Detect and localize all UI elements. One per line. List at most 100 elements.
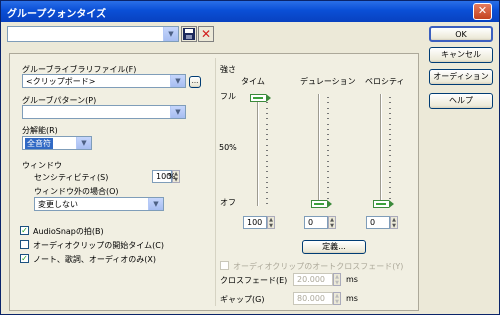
slider-tick (327, 160, 329, 162)
slider-tick (389, 176, 391, 178)
save-preset-button[interactable] (181, 26, 197, 42)
duration-column-label: デュレーション (300, 77, 356, 86)
preset-combo[interactable] (7, 26, 179, 42)
velocity-strength-value: 0 (370, 218, 376, 227)
close-button[interactable]: ✕ (473, 3, 492, 20)
time-strength-spinner[interactable]: 100 ▲ ▼ (243, 216, 275, 229)
slider-tick (389, 197, 391, 199)
define-button[interactable]: 定義... (302, 240, 366, 254)
slider-tick (327, 165, 329, 167)
slider-tick (327, 107, 329, 109)
slider-tick (327, 192, 329, 194)
slider-tick (266, 102, 268, 104)
slider-tick (266, 203, 268, 204)
audition-button[interactable]: オーディション (429, 69, 493, 85)
slider-tick (266, 107, 268, 109)
chevron-down-icon[interactable] (163, 27, 178, 41)
slider-tick (266, 192, 268, 194)
auto-crossfade-label: オーディオクリップのオートクロスフェード(Y) (233, 262, 404, 271)
slider-tick (389, 107, 391, 109)
velocity-strength-spinner[interactable]: 0 ▲ ▼ (366, 216, 398, 229)
ok-button[interactable]: OK (429, 26, 493, 42)
slider-tick (327, 97, 329, 98)
resolution-label: 分解能(R) (22, 126, 58, 135)
window-section-label: ウィンドウ (22, 161, 62, 170)
time-slider-track[interactable] (257, 94, 259, 206)
slider-tick (266, 187, 268, 189)
settings-panel: グルーブライブラリファイル(F) <クリップボード> ... グルーブパターン(… (9, 53, 419, 311)
slider-tick (327, 176, 329, 178)
clip-start-label: オーディオクリップの開始タイム(C) (33, 241, 164, 250)
resolution-combo[interactable]: 全音符 (22, 136, 92, 150)
resolution-value: 全音符 (25, 138, 53, 149)
velocity-column-label: ベロシティ (365, 77, 405, 86)
slider-tick (266, 171, 268, 173)
browse-button[interactable]: ... (189, 76, 201, 88)
slider-tick (389, 181, 391, 183)
slider-tick (327, 139, 329, 141)
velocity-slider-track[interactable] (380, 94, 382, 206)
duration-slider-track[interactable] (318, 94, 320, 206)
time-slider-thumb[interactable] (250, 94, 271, 102)
slider-grip-icon (253, 97, 263, 99)
slider-tick (266, 144, 268, 146)
chevron-down-icon[interactable] (170, 106, 185, 118)
slider-tick (327, 118, 329, 120)
chevron-down-icon[interactable] (76, 137, 91, 149)
help-button[interactable]: ヘルプ (429, 93, 493, 109)
groove-file-combo[interactable]: <クリップボード> (22, 74, 186, 88)
gap-unit: ms (346, 294, 358, 303)
slider-tick (327, 187, 329, 189)
close-icon: ✕ (477, 4, 488, 17)
scale-full-label: フル (220, 92, 236, 101)
slider-tick (266, 160, 268, 162)
slider-tick (389, 165, 391, 167)
duration-strength-spinner[interactable]: 0 ▲ ▼ (304, 216, 336, 229)
slider-tick (327, 144, 329, 146)
chevron-down-icon[interactable] (148, 198, 163, 210)
sensitivity-label: センシティビティ(S) (34, 173, 109, 182)
audiosnap-checkbox[interactable]: ✓ (20, 226, 29, 235)
delete-preset-button[interactable]: ✕ (198, 26, 214, 42)
slider-tick (389, 187, 391, 189)
slider-tick (389, 192, 391, 194)
slider-tick (327, 197, 329, 199)
slider-tick (266, 181, 268, 183)
spinner-arrows-icon[interactable]: ▲ ▼ (267, 216, 275, 229)
gap-spinner[interactable]: 80.000 ▲ ▼ (293, 292, 341, 305)
slider-tick (389, 155, 391, 157)
slider-tick (389, 102, 391, 104)
spinner-arrows-icon[interactable]: ▲ ▼ (328, 216, 336, 229)
chevron-down-icon[interactable] (170, 75, 185, 87)
slider-tick (266, 123, 268, 125)
slider-tick (389, 112, 391, 114)
slider-tick (266, 165, 268, 167)
save-disk-icon (183, 28, 195, 40)
clip-start-checkbox[interactable] (20, 240, 29, 249)
duration-slider-thumb[interactable] (311, 200, 332, 208)
spinner-arrows-icon[interactable]: ▲ ▼ (390, 216, 398, 229)
slider-tick (389, 171, 391, 173)
cancel-button[interactable]: キャンセル (429, 47, 493, 63)
velocity-slider-thumb[interactable] (373, 200, 394, 208)
audiosnap-label: AudioSnapの拍(B) (33, 227, 104, 236)
crossfade-spinner[interactable]: 20.000 ▲ ▼ (293, 273, 341, 286)
group-quantize-dialog: グループクォンタイズ ✕ ✕ OK キャンセル オーディション ヘルプ グルーブ… (0, 0, 500, 315)
slider-tick (266, 176, 268, 178)
groove-pattern-combo[interactable] (22, 105, 186, 119)
slider-tick (327, 155, 329, 157)
time-column-label: タイム (241, 77, 265, 86)
spinner-arrows-icon[interactable]: ▲ ▼ (333, 273, 341, 286)
slider-tick (389, 160, 391, 162)
slider-tick (266, 134, 268, 136)
outside-window-label: ウィンドウ外の場合(O) (34, 187, 119, 196)
slider-tick (327, 102, 329, 104)
slider-tick (327, 112, 329, 114)
auto-crossfade-checkbox[interactable] (220, 261, 229, 270)
slider-tick (327, 181, 329, 183)
slider-grip-icon (314, 203, 324, 205)
notes-only-checkbox[interactable]: ✓ (20, 254, 29, 263)
outside-window-combo[interactable]: 変更しない (34, 197, 164, 211)
spinner-arrows-icon[interactable]: ▲ ▼ (333, 292, 341, 305)
slider-tick (327, 123, 329, 125)
